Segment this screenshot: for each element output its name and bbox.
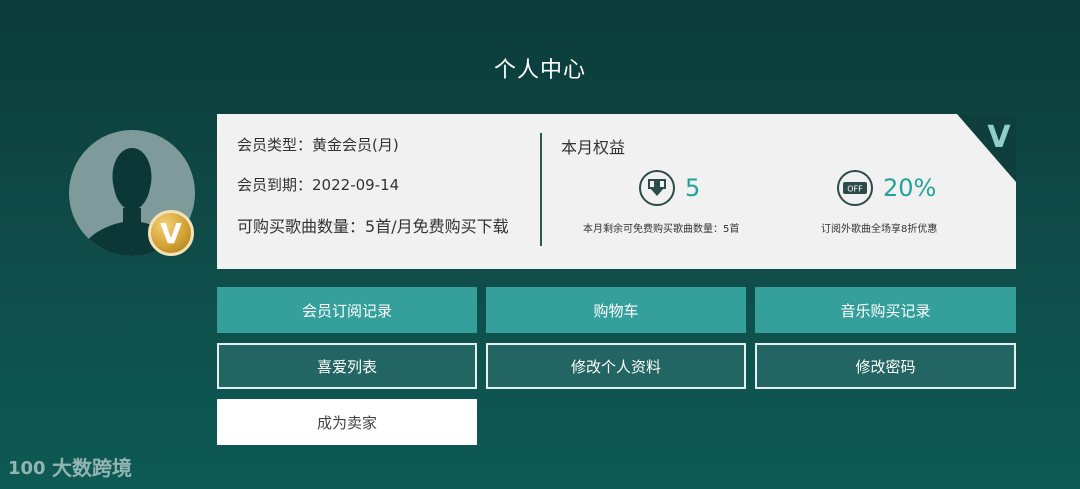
- membership-card: 会员类型：黄金会员(月) 会员到期：2022-09-14 可购买歌曲数量：5首/…: [217, 114, 1016, 269]
- edit-profile-button[interactable]: 修改个人资料: [486, 343, 746, 389]
- membership-type: 会员类型：黄金会员(月): [237, 134, 399, 155]
- change-password-button[interactable]: 修改密码: [755, 343, 1016, 389]
- card-divider: [540, 133, 542, 246]
- free-downloads-count: 5: [685, 174, 701, 202]
- watermark-logo-text: 100: [8, 458, 46, 479]
- off-icon: OFF: [837, 170, 873, 206]
- vip-corner-letter: V: [987, 120, 1011, 155]
- membership-type-value: 黄金会员(月): [312, 136, 399, 154]
- watermark-logo-icon: 100: [8, 458, 46, 479]
- off-icon-text: OFF: [847, 185, 863, 194]
- cart-button[interactable]: 购物车: [486, 287, 746, 333]
- purchase-quota-label: 可购买歌曲数量：: [237, 217, 366, 236]
- benefits-title: 本月权益: [561, 138, 626, 157]
- subscription-records-button[interactable]: 会员订阅记录: [217, 287, 477, 333]
- benefit-free-downloads: 5 本月剩余可免费购买歌曲数量：5首: [577, 170, 787, 250]
- watermark: 100 大数跨境: [8, 452, 132, 481]
- page-title: 个人中心: [493, 58, 586, 83]
- membership-expiry: 会员到期：2022-09-14: [237, 174, 399, 195]
- benefit-discount: OFF 20% 订阅外歌曲全场享8折优惠: [817, 170, 977, 250]
- vip-corner-badge: V: [957, 114, 1016, 182]
- vip-badge: V: [148, 210, 194, 256]
- membership-expiry-label: 会员到期：: [237, 176, 313, 194]
- discount-percent: 20%: [883, 174, 937, 202]
- favorites-button[interactable]: 喜爱列表: [217, 343, 477, 389]
- membership-expiry-value: 2022-09-14: [312, 176, 400, 194]
- music-purchase-records-button[interactable]: 音乐购买记录: [755, 287, 1016, 333]
- watermark-text: 大数跨境: [52, 456, 132, 480]
- purchase-quota-value: 5首/月免费购买下载: [365, 217, 509, 236]
- purchase-quota: 可购买歌曲数量：5首/月免费购买下载: [237, 213, 509, 237]
- free-downloads-desc: 本月剩余可免费购买歌曲数量：5首: [583, 224, 740, 235]
- membership-type-label: 会员类型：: [237, 136, 313, 154]
- discount-desc: 订阅外歌曲全场享8折优惠: [821, 224, 938, 235]
- become-seller-button[interactable]: 成为卖家: [217, 399, 477, 445]
- download-icon: [639, 170, 675, 206]
